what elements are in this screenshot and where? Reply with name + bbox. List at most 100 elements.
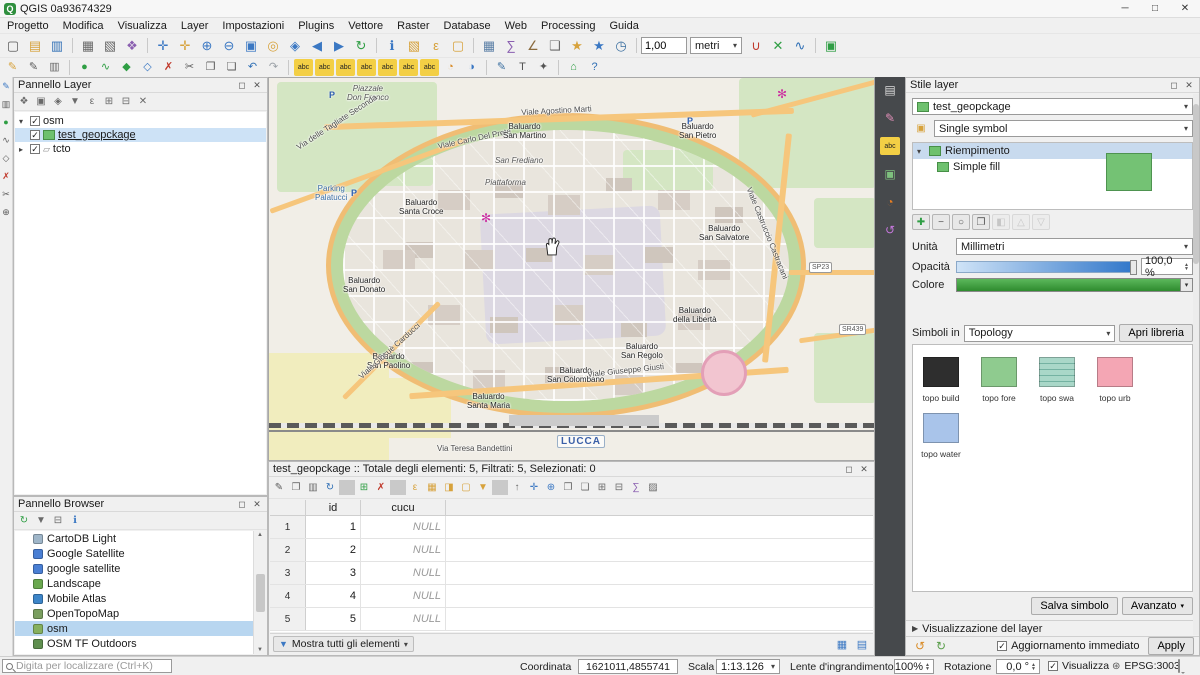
minimize-button[interactable]: ─ bbox=[1110, 0, 1140, 18]
open-project-icon[interactable]: ▤ bbox=[25, 36, 45, 56]
annotation-icon[interactable]: ✎ bbox=[492, 59, 511, 76]
new-print-layout-icon[interactable]: ▦ bbox=[78, 36, 98, 56]
collapse-all-icon[interactable]: ⊟ bbox=[118, 94, 134, 109]
browser-item-google-satellite-2[interactable]: google satellite bbox=[15, 561, 253, 576]
browser-item-cartodb-light[interactable]: CartoDB Light bbox=[15, 531, 253, 546]
paste-icon[interactable]: ❏ bbox=[577, 480, 593, 495]
delete-selected-icon[interactable]: ✗ bbox=[159, 59, 178, 76]
expander-icon[interactable]: ▸ bbox=[19, 145, 27, 154]
undo-icon[interactable]: ↶ bbox=[243, 59, 262, 76]
symbols-group-combo[interactable]: Topology bbox=[964, 325, 1116, 342]
open-styling-panel-icon[interactable]: ❖ bbox=[16, 94, 32, 109]
cell-cucu[interactable]: NULL bbox=[361, 539, 446, 561]
copy-features-icon[interactable]: ❐ bbox=[201, 59, 220, 76]
delete-feature-icon[interactable]: ✗ bbox=[373, 480, 389, 495]
move-selection-top-icon[interactable]: ↑ bbox=[509, 480, 525, 495]
move-up-icon[interactable]: △ bbox=[1012, 214, 1030, 230]
browser-item-osm[interactable]: osm bbox=[15, 621, 253, 636]
browser-item-landscape[interactable]: Landscape bbox=[15, 576, 253, 591]
menu-item[interactable]: Impostazioni bbox=[215, 18, 291, 33]
measure-value-input[interactable] bbox=[641, 37, 687, 54]
form-view-icon[interactable]: ▤ bbox=[854, 637, 870, 652]
row-number[interactable]: 2 bbox=[270, 539, 306, 561]
row-number[interactable]: 5 bbox=[270, 608, 306, 630]
filter-browser-icon[interactable]: ▼ bbox=[33, 513, 49, 528]
browser-item-mobile-atlas[interactable]: Mobile Atlas bbox=[15, 591, 253, 606]
view-3d-tab-icon[interactable]: ▣ bbox=[880, 165, 900, 183]
menu-item[interactable]: Database bbox=[437, 18, 498, 33]
collapse-browser-icon[interactable]: ⊟ bbox=[50, 513, 66, 528]
snapping-icon[interactable]: ∪ bbox=[746, 36, 766, 56]
copy-icon[interactable]: ❐ bbox=[560, 480, 576, 495]
save-edits-icon[interactable]: ▥ bbox=[45, 59, 64, 76]
rotate-label-icon[interactable]: abc bbox=[399, 59, 418, 76]
zoom-out-icon[interactable]: ⊖ bbox=[219, 36, 239, 56]
layout-manager-icon[interactable]: ▧ bbox=[100, 36, 120, 56]
save-symbol-button[interactable]: Salva simbolo bbox=[1031, 597, 1117, 615]
cell-id[interactable]: 2 bbox=[306, 539, 361, 561]
symbol-topo-build[interactable]: topo build bbox=[921, 357, 961, 403]
zoom-to-layer-icon[interactable]: ◈ bbox=[285, 36, 305, 56]
menu-item[interactable]: Visualizza bbox=[111, 18, 174, 33]
advanced-button[interactable]: Avanzato ▾ bbox=[1122, 597, 1193, 615]
live-update-checkbox[interactable] bbox=[997, 641, 1007, 651]
map-themes-icon[interactable]: ◈ bbox=[50, 94, 66, 109]
lock-symbol-layer-icon[interactable]: ○ bbox=[952, 214, 970, 230]
panel-options-icon[interactable]: ▤ bbox=[880, 81, 900, 99]
browser-item-google-satellite[interactable]: Google Satellite bbox=[15, 546, 253, 561]
move-label-icon[interactable]: abc bbox=[378, 59, 397, 76]
select-expression-icon[interactable]: ε bbox=[407, 480, 423, 495]
menu-item[interactable]: Layer bbox=[174, 18, 216, 33]
save-project-icon[interactable]: ▥ bbox=[47, 36, 67, 56]
add-group-icon[interactable]: ▣ bbox=[33, 94, 49, 109]
magnifier-spinbox[interactable]: 100% bbox=[894, 659, 934, 674]
toggle-edit-icon[interactable]: ✎ bbox=[271, 480, 287, 495]
symbol-swatch[interactable] bbox=[981, 357, 1017, 387]
save-edits-icon[interactable]: ▥ bbox=[0, 98, 12, 111]
close-button[interactable]: ✕ bbox=[1170, 0, 1200, 18]
layer-visibility-checkbox[interactable] bbox=[30, 130, 40, 140]
menu-item[interactable]: Raster bbox=[390, 18, 436, 33]
chevron-down-icon[interactable]: ▾ bbox=[1180, 279, 1192, 291]
zoom-to-selection-icon[interactable]: ◎ bbox=[263, 36, 283, 56]
invert-selection-icon[interactable]: ◨ bbox=[441, 480, 457, 495]
float-panel-icon[interactable]: ◻ bbox=[1168, 80, 1180, 91]
select-by-expression-icon[interactable]: ε bbox=[426, 36, 446, 56]
table-row[interactable]: 1 1 NULL bbox=[270, 516, 873, 539]
cell-cucu[interactable]: NULL bbox=[361, 585, 446, 607]
crs-indicator[interactable]: ⊛ EPSG:3003 bbox=[1112, 660, 1180, 672]
styling-layer-combo[interactable]: test_geopckage bbox=[912, 98, 1193, 115]
symbol-swatch[interactable] bbox=[923, 413, 959, 443]
highlight-labels-icon[interactable]: abc bbox=[357, 59, 376, 76]
filter-form-icon[interactable]: ▼ bbox=[475, 480, 491, 495]
statistical-summary-icon[interactable]: ∑ bbox=[501, 36, 521, 56]
layer-labeling-icon[interactable]: abc bbox=[294, 59, 313, 76]
labels-tab-icon[interactable]: abc bbox=[880, 137, 900, 155]
float-panel-icon[interactable]: ◻ bbox=[236, 499, 248, 510]
map-tips-icon[interactable]: ❑ bbox=[545, 36, 565, 56]
row-number[interactable]: 3 bbox=[270, 562, 306, 584]
close-panel-icon[interactable]: ✕ bbox=[858, 464, 870, 475]
cell-cucu[interactable]: NULL bbox=[361, 516, 446, 538]
pan-to-selection-icon[interactable]: ✛ bbox=[175, 36, 195, 56]
maximize-button[interactable]: □ bbox=[1140, 0, 1170, 18]
refresh-browser-icon[interactable]: ↻ bbox=[16, 513, 32, 528]
cut-features-icon[interactable]: ✂ bbox=[180, 59, 199, 76]
annotation-tool-icon[interactable]: ✎ bbox=[0, 80, 12, 93]
reload-icon[interactable]: ↻ bbox=[322, 480, 338, 495]
table-row[interactable]: 3 3 NULL bbox=[270, 562, 873, 585]
properties-browser-icon[interactable]: ℹ bbox=[67, 513, 83, 528]
temporal-controller-icon[interactable]: ◷ bbox=[611, 36, 631, 56]
deselect-all-icon[interactable]: ▢ bbox=[448, 36, 468, 56]
text-annotation-icon[interactable]: T bbox=[513, 59, 532, 76]
change-label-icon[interactable]: abc bbox=[420, 59, 439, 76]
float-panel-icon[interactable]: ◻ bbox=[843, 464, 855, 475]
deselect-icon[interactable]: ▢ bbox=[458, 480, 474, 495]
delete-field-icon[interactable]: ⊟ bbox=[611, 480, 627, 495]
layer-visibility-checkbox[interactable] bbox=[30, 116, 40, 126]
menu-item[interactable]: Plugins bbox=[291, 18, 341, 33]
cell-id[interactable]: 1 bbox=[306, 516, 361, 538]
table-row[interactable]: 2 2 NULL bbox=[270, 539, 873, 562]
locator-search-input[interactable]: Digita per localizzare (Ctrl+K) bbox=[2, 659, 172, 673]
symbol-type-combo[interactable]: Single symbol bbox=[934, 120, 1193, 137]
